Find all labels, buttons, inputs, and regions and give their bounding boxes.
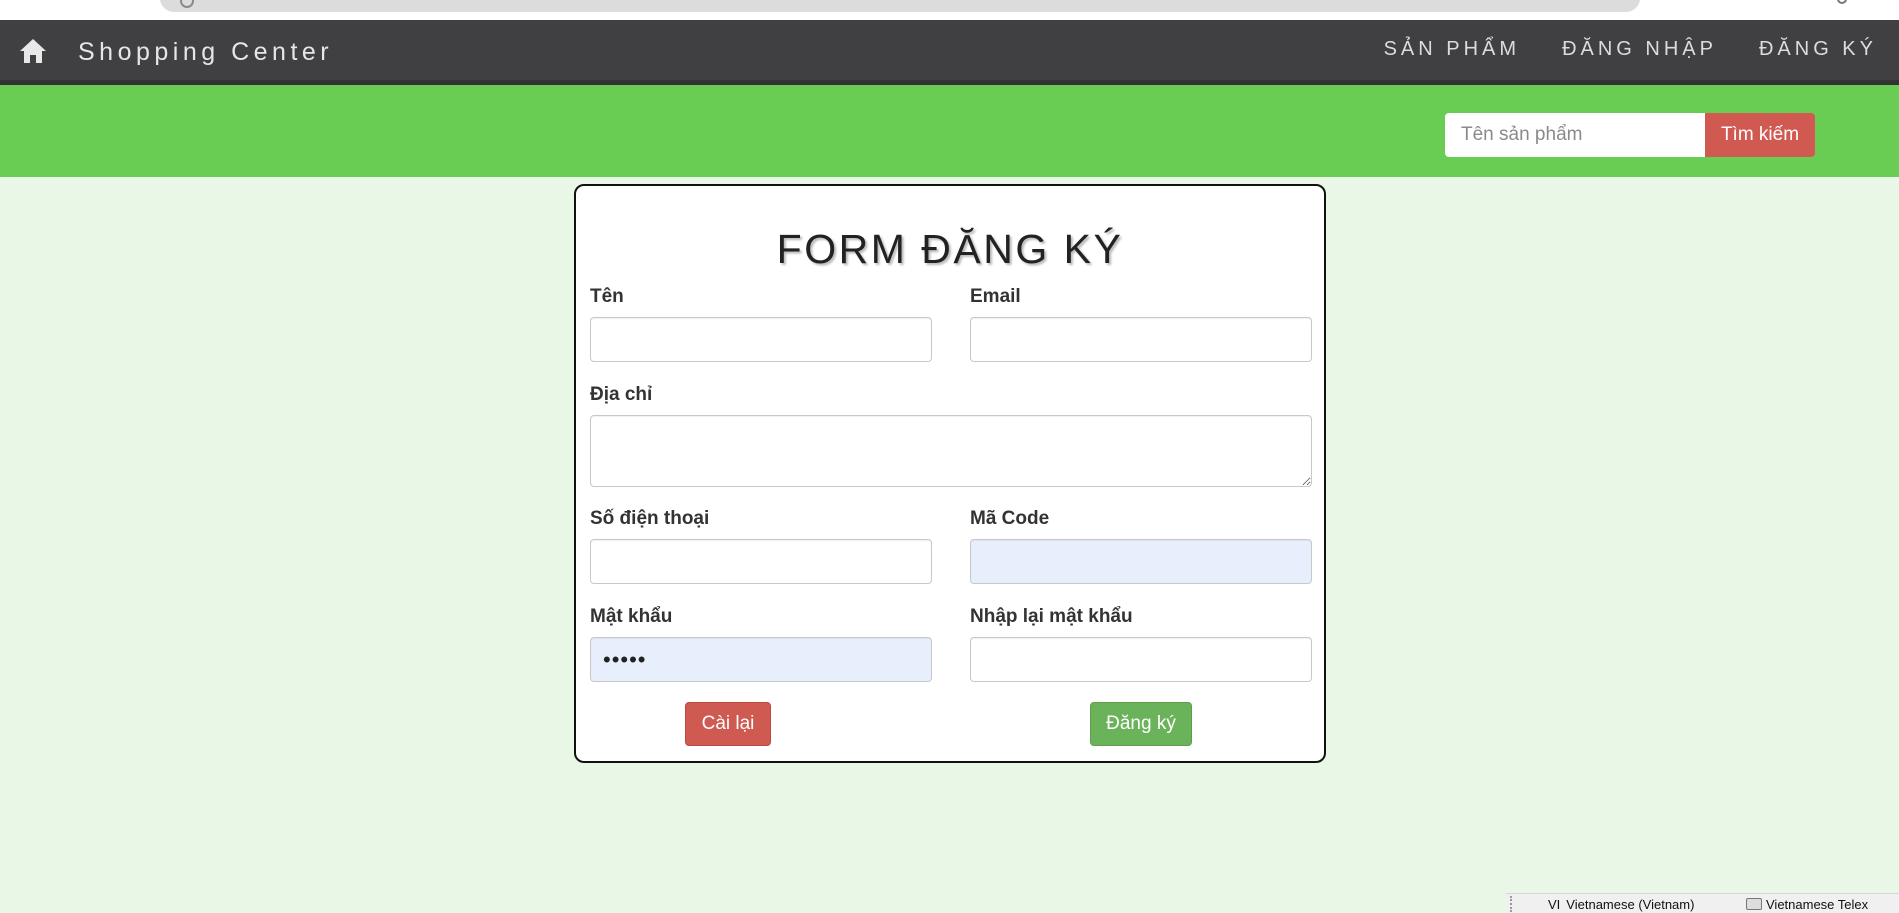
ime-input-method[interactable]: Vietnamese Telex (1766, 897, 1868, 912)
search-input[interactable] (1445, 113, 1705, 157)
home-icon[interactable] (18, 37, 48, 65)
confirm-password-input[interactable] (970, 637, 1312, 682)
top-navbar: Shopping Center SẢN PHẨM ĐĂNG NHẬP ĐĂNG … (0, 20, 1899, 85)
address-textarea[interactable] (590, 415, 1312, 487)
name-input[interactable] (590, 317, 932, 362)
grip-handle-icon[interactable] (1510, 896, 1513, 912)
ime-language[interactable]: VI Vietnamese (Vietnam) (1548, 897, 1694, 912)
password-label: Mật khẩu (590, 606, 673, 627)
keyboard-icon (1746, 898, 1762, 910)
search-button[interactable]: Tìm kiếm (1705, 113, 1815, 157)
form-title: FORM ĐĂNG KÝ (776, 226, 1124, 272)
reset-button[interactable]: Cài lại (685, 702, 771, 746)
email-label: Email (970, 286, 1021, 307)
address-label: Địa chỉ (590, 384, 653, 405)
profile-icon[interactable] (1837, 0, 1847, 4)
register-form: FORM ĐĂNG KÝ Tên Email Địa chỉ Số điện t… (574, 184, 1326, 763)
code-input[interactable] (970, 539, 1312, 584)
nav-link-register[interactable]: ĐĂNG KÝ (1759, 38, 1877, 61)
phone-label: Số điện thoại (590, 508, 710, 529)
password-input[interactable] (590, 637, 932, 682)
brand-title[interactable]: Shopping Center (78, 38, 333, 67)
address-bar[interactable] (160, 0, 1640, 12)
browser-chrome (0, 0, 1899, 20)
nav-link-products[interactable]: SẢN PHẨM (1384, 38, 1520, 61)
search-bar: Tìm kiếm (0, 85, 1899, 177)
email-input[interactable] (970, 317, 1312, 362)
name-label: Tên (590, 286, 624, 307)
confirm-password-label: Nhập lại mật khẩu (970, 606, 1133, 627)
code-label: Mã Code (970, 508, 1050, 529)
ime-status-bar: VI Vietnamese (Vietnam) Vietnamese Telex (1506, 893, 1899, 913)
phone-input[interactable] (590, 539, 932, 584)
nav-link-login[interactable]: ĐĂNG NHẬP (1562, 38, 1717, 61)
ime-language-name: Vietnamese (Vietnam) (1566, 897, 1695, 912)
nav-links: SẢN PHẨM ĐĂNG NHẬP ĐĂNG KÝ (1384, 38, 1877, 61)
register-button[interactable]: Đăng ký (1090, 702, 1192, 746)
ime-lang-code: VI (1548, 897, 1561, 912)
